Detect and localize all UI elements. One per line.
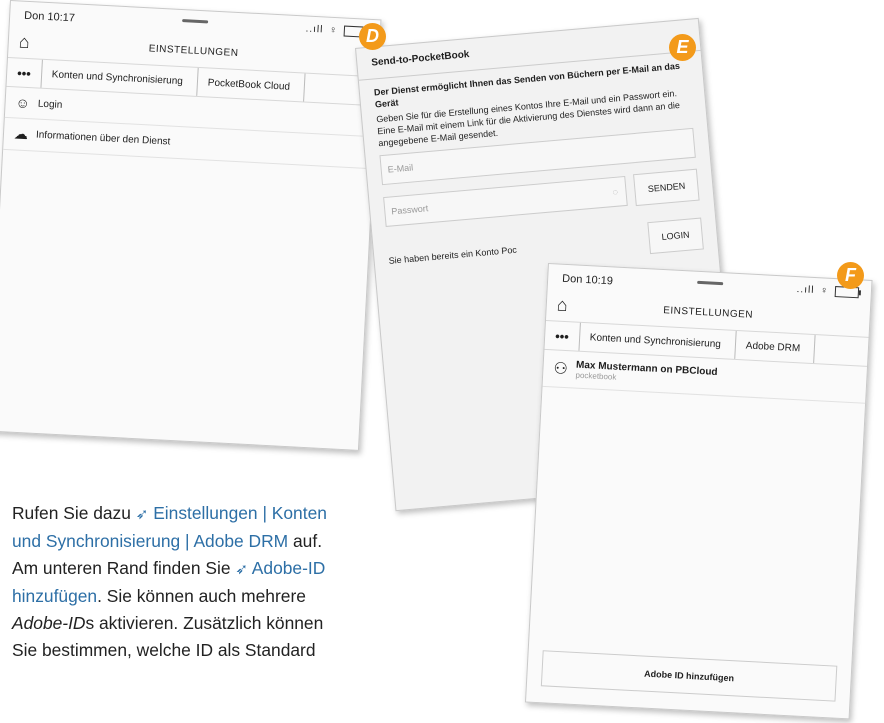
body-paragraph: Rufen Sie dazu ➶ Einstellungen | Konten … [12, 500, 342, 664]
password-placeholder: Passwort [390, 202, 429, 217]
pointer-icon: ➶ [135, 506, 149, 523]
breadcrumb-more[interactable]: ••• [544, 320, 581, 351]
badge-f: F [837, 262, 864, 289]
user-icon: ☺ [15, 94, 31, 112]
notch-handle [696, 280, 723, 286]
signal-icon: ..ıll [305, 23, 324, 36]
badge-e: E [669, 34, 696, 61]
adobe-id-term: Adobe-ID [12, 613, 86, 633]
breadcrumb-cloud[interactable]: PocketBook Cloud [197, 67, 306, 102]
signal-icon: ..ıll [796, 284, 815, 296]
breadcrumb-more[interactable]: ••• [6, 57, 43, 88]
send-button[interactable]: SENDEN [633, 169, 700, 207]
ereader-screen-f: Don 10:19 ..ıll ♀ ⌂ EINSTELLUNGEN ••• Ko… [524, 263, 873, 720]
adobe-account-icon: ⚇ [553, 360, 569, 379]
list-item-label: Login [37, 98, 63, 111]
text-part: Rufen Sie dazu [12, 503, 131, 523]
dialog-body: Der Dienst ermöglicht Ihnen das Senden v… [359, 51, 719, 287]
pointer-icon: ➶ [235, 561, 248, 578]
account-text: Sie haben bereits ein Konto Poc [388, 244, 518, 266]
badge-d: D [359, 23, 386, 50]
login-button[interactable]: LOGIN [647, 217, 704, 255]
eye-icon[interactable]: ◌ [612, 186, 618, 198]
clock: Don 10:17 [23, 9, 76, 25]
add-adobe-id-button[interactable]: Adobe ID hinzufügen [540, 650, 838, 702]
bulb-icon: ♀ [820, 285, 830, 297]
bulb-icon: ♀ [329, 24, 339, 37]
clock: Don 10:19 [561, 272, 614, 288]
password-field[interactable]: Passwort ◌ [383, 176, 629, 228]
cloud-info-icon: ☁ [13, 125, 29, 143]
notch-handle [182, 19, 209, 24]
text-part: . Sie können auch mehrere [97, 586, 306, 606]
list-item-label: Informationen über den Dienst [35, 129, 171, 148]
breadcrumb-adobe-drm[interactable]: Adobe DRM [735, 330, 816, 364]
ereader-screen-d: Don 10:17 ..ıll ♀ ⌂ EINSTELLUNGEN ••• Ko… [0, 0, 382, 451]
email-placeholder: E-Mail [387, 162, 414, 175]
